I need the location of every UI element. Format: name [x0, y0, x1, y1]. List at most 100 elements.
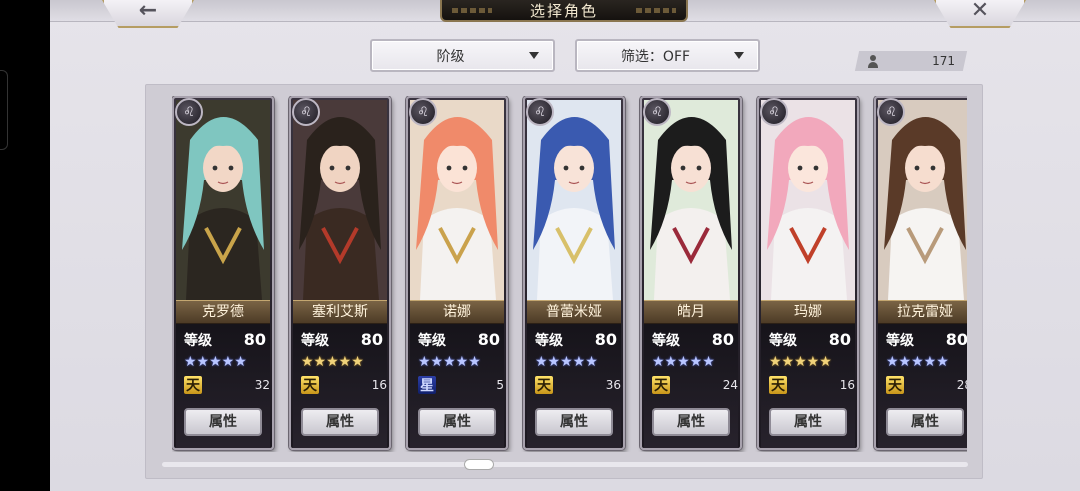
device-bezel — [0, 0, 50, 491]
card-stats: 等级 80 ★★★★★ 天 28 属性 — [878, 324, 967, 448]
class-emblem-icon: ♌ — [760, 98, 788, 126]
class-emblem-icon: ♌ — [292, 98, 320, 126]
page-title: 选择角色 — [529, 1, 598, 20]
rank-row: 天 24 — [652, 376, 738, 394]
level-row: 等级 80 — [886, 330, 967, 350]
character-portrait — [644, 100, 738, 300]
character-portrait — [293, 100, 387, 300]
class-emblem-icon: ♌ — [409, 98, 437, 126]
duplicate-count: 24 — [722, 378, 738, 392]
rank-badge-icon: 天 — [652, 376, 670, 394]
character-card[interactable]: ♌ 普蕾米娅 等级 80 ★★★★★ 天 36 属性 — [523, 96, 625, 450]
attributes-button[interactable]: 属性 — [301, 408, 379, 436]
level-row: 等级 80 — [769, 330, 851, 350]
level-row: 等级 80 — [301, 330, 383, 350]
back-button[interactable]: ← — [102, 0, 194, 28]
level-row: 等级 80 — [535, 330, 617, 350]
character-portrait — [761, 100, 855, 300]
level-row: 等级 80 — [652, 330, 734, 350]
level-row: 等级 80 — [418, 330, 500, 350]
level-label: 等级 — [886, 333, 914, 349]
level-label: 等级 — [418, 333, 446, 349]
rank-row: 天 16 — [301, 376, 387, 394]
rank-row: 天 32 — [184, 376, 270, 394]
star-rating: ★★★★★ — [886, 354, 949, 370]
card-stats: 等级 80 ★★★★★ 天 16 属性 — [761, 324, 855, 448]
duplicate-count: 28 — [956, 378, 967, 392]
filter-dropdown[interactable]: 筛选：OFF — [575, 39, 760, 72]
class-emblem-icon: ♌ — [877, 98, 905, 126]
character-portrait — [878, 100, 967, 300]
close-x-icon: ✕ — [970, 0, 990, 23]
card-stats: 等级 80 ★★★★★ 天 36 属性 — [527, 324, 621, 448]
character-select-screen: ← 选择角色 ✕ 阶级 筛选：OFF 171 ♌ 克罗德 等级 80 ★★★★★ — [50, 0, 1080, 491]
level-value: 80 — [711, 330, 734, 349]
attributes-button[interactable]: 属性 — [418, 408, 496, 436]
character-name: 克罗德 — [176, 300, 270, 324]
level-label: 等级 — [535, 333, 563, 349]
rank-row: 天 36 — [535, 376, 621, 394]
caret-down-icon — [734, 52, 744, 59]
attributes-button[interactable]: 属性 — [652, 408, 730, 436]
class-emblem-icon: ♌ — [643, 98, 671, 126]
card-stats: 等级 80 ★★★★★ 天 32 属性 — [176, 324, 270, 448]
character-card[interactable]: ♌ 皓月 等级 80 ★★★★★ 天 24 属性 — [640, 96, 742, 450]
rank-badge-icon: 天 — [301, 376, 319, 394]
character-name: 诺娜 — [410, 300, 504, 324]
title-ornament-right — [636, 8, 676, 13]
level-value: 80 — [360, 330, 383, 349]
rank-badge-icon: 天 — [769, 376, 787, 394]
rank-badge-icon: 天 — [535, 376, 553, 394]
character-portrait — [527, 100, 621, 300]
rank-row: 星 5 — [418, 376, 504, 394]
level-value: 80 — [945, 330, 967, 349]
star-rating: ★★★★★ — [301, 354, 364, 370]
level-value: 80 — [828, 330, 851, 349]
close-button[interactable]: ✕ — [934, 0, 1026, 28]
level-row: 等级 80 — [184, 330, 266, 350]
rank-row: 天 16 — [769, 376, 855, 394]
level-label: 等级 — [769, 333, 797, 349]
attributes-button[interactable]: 属性 — [886, 408, 964, 436]
roster-count: 171 — [854, 51, 968, 71]
attributes-button[interactable]: 属性 — [184, 408, 262, 436]
level-label: 等级 — [301, 333, 329, 349]
duplicate-count: 32 — [254, 378, 270, 392]
person-icon — [867, 55, 879, 68]
rank-row: 天 28 — [886, 376, 967, 394]
scroll-thumb[interactable] — [464, 459, 494, 470]
attributes-button[interactable]: 属性 — [535, 408, 613, 436]
character-card[interactable]: ♌ 玛娜 等级 80 ★★★★★ 天 16 属性 — [757, 96, 859, 450]
card-stats: 等级 80 ★★★★★ 天 16 属性 — [293, 324, 387, 448]
roster-count-value: 171 — [932, 54, 955, 68]
character-card[interactable]: ♌ 拉克雷娅 等级 80 ★★★★★ 天 28 属性 — [874, 96, 967, 450]
character-card[interactable]: ♌ 克罗德 等级 80 ★★★★★ 天 32 属性 — [172, 96, 274, 450]
level-value: 80 — [243, 330, 266, 349]
level-label: 等级 — [652, 333, 680, 349]
rank-sort-dropdown[interactable]: 阶级 — [370, 39, 555, 72]
character-card[interactable]: ♌ 塞利艾斯 等级 80 ★★★★★ 天 16 属性 — [289, 96, 391, 450]
character-name: 塞利艾斯 — [293, 300, 387, 324]
rank-badge-icon: 天 — [886, 376, 904, 394]
character-name: 普蕾米娅 — [527, 300, 621, 324]
star-rating: ★★★★★ — [652, 354, 715, 370]
scroll-track[interactable] — [162, 462, 968, 467]
star-rating: ★★★★★ — [535, 354, 598, 370]
duplicate-count: 16 — [839, 378, 855, 392]
level-value: 80 — [477, 330, 500, 349]
level-label: 等级 — [184, 333, 212, 349]
star-rating: ★★★★★ — [418, 354, 481, 370]
filter-label: 筛选：OFF — [620, 48, 691, 65]
bezel-notch — [0, 70, 8, 150]
level-value: 80 — [594, 330, 617, 349]
character-name: 皓月 — [644, 300, 738, 324]
character-portrait — [410, 100, 504, 300]
class-emblem-icon: ♌ — [526, 98, 554, 126]
class-emblem-icon: ♌ — [175, 98, 203, 126]
card-stats: 等级 80 ★★★★★ 天 24 属性 — [644, 324, 738, 448]
rank-badge-icon: 星 — [418, 376, 436, 394]
rank-badge-icon: 天 — [184, 376, 202, 394]
character-card-list[interactable]: ♌ 克罗德 等级 80 ★★★★★ 天 32 属性 ♌ 塞利艾斯 等级 80 ★… — [172, 96, 967, 452]
attributes-button[interactable]: 属性 — [769, 408, 847, 436]
character-card[interactable]: ♌ 诺娜 等级 80 ★★★★★ 星 5 属性 — [406, 96, 508, 450]
